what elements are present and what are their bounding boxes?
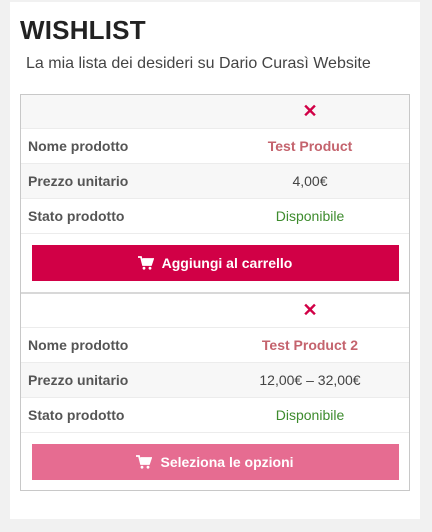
wishlist-panel: WISHLIST La mia lista dei desideri su Da…	[10, 2, 420, 519]
stock-status-label: Stato prodotto	[28, 208, 125, 224]
cart-icon	[137, 256, 154, 270]
unit-price-row: Prezzo unitario 12,00€ – 32,00€	[21, 363, 409, 398]
product-name-label: Nome prodotto	[28, 138, 129, 154]
unit-price-label: Prezzo unitario	[28, 173, 129, 189]
page-title: WISHLIST	[20, 15, 146, 45]
unit-price-label: Prezzo unitario	[28, 372, 129, 388]
stock-status-row: Stato prodotto Disponibile	[21, 199, 409, 234]
stock-status-label: Stato prodotto	[28, 407, 125, 423]
unit-price-value: 12,00€ – 32,00€	[259, 372, 361, 388]
product-name-link[interactable]: Test Product 2	[211, 337, 409, 353]
remove-item-icon[interactable]: ✕	[21, 300, 409, 321]
cart-icon	[136, 455, 153, 469]
product-name-link[interactable]: Test Product	[211, 138, 409, 154]
add-to-cart-container: Aggiungi al carrello	[21, 234, 409, 292]
select-options-button[interactable]: Seleziona le opzioni	[31, 444, 399, 480]
select-options-container: Seleziona le opzioni	[21, 433, 409, 491]
wishlist-item: ✕ Nome prodotto Test Product Prezzo unit…	[21, 95, 409, 294]
wishlist-table: ✕ Nome prodotto Test Product Prezzo unit…	[20, 94, 410, 491]
select-options-label: Seleziona le opzioni	[160, 454, 294, 470]
wishlist-item-header: ✕	[21, 294, 409, 328]
product-name-row: Nome prodotto Test Product 2	[21, 328, 409, 363]
unit-price-row: Prezzo unitario 4,00€	[21, 164, 409, 199]
remove-item-icon[interactable]: ✕	[21, 101, 409, 122]
stock-status-value: Disponibile	[275, 407, 345, 423]
add-to-cart-label: Aggiungi al carrello	[161, 255, 293, 271]
wishlist-item: ✕ Nome prodotto Test Product 2 Prezzo un…	[21, 294, 409, 491]
stock-status-value: Disponibile	[275, 208, 345, 224]
product-name-label: Nome prodotto	[28, 337, 129, 353]
product-name-row: Nome prodotto Test Product	[21, 129, 409, 164]
page-subtitle: La mia lista dei desideri su Dario Curas…	[26, 55, 371, 72]
stock-status-row: Stato prodotto Disponibile	[21, 398, 409, 433]
wishlist-item-header: ✕	[21, 95, 409, 129]
unit-price-value: 4,00€	[292, 173, 328, 189]
add-to-cart-button[interactable]: Aggiungi al carrello	[31, 245, 399, 281]
